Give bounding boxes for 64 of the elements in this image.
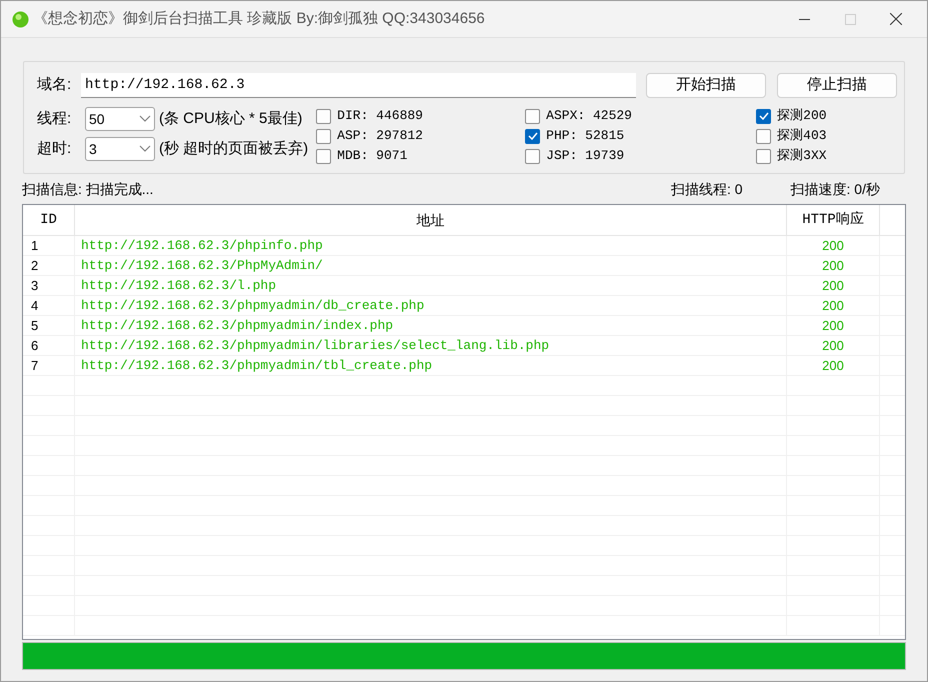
table-cell: 200: [787, 316, 880, 335]
table-cell: http://192.168.62.3/PhpMyAdmin/: [75, 256, 787, 275]
checkbox-label: DIR: 446889: [337, 107, 423, 126]
checkbox[interactable]: [316, 128, 332, 144]
checkbox-label: MDB: 9071: [337, 147, 408, 166]
column-header[interactable]: HTTP响应: [787, 205, 880, 235]
field-label: 域名:: [37, 74, 72, 95]
column-header[interactable]: ID: [23, 205, 75, 235]
checkbox[interactable]: [316, 148, 332, 164]
table-cell: 4: [23, 296, 75, 315]
table-cell: 200: [787, 296, 880, 315]
checkbox-label: 探测3XX: [777, 147, 827, 166]
table-cell: 200: [787, 236, 880, 255]
table-cell: http://192.168.62.3/l.php: [75, 276, 787, 295]
minimize-icon: [798, 18, 810, 20]
table-cell: http://192.168.62.3/phpmyadmin/index.php: [75, 316, 787, 335]
checkbox-label: 探测403: [777, 127, 827, 146]
checkbox[interactable]: [525, 128, 540, 144]
table-cell: 3: [23, 276, 75, 295]
table-cell: http://192.168.62.3/phpmyadmin/db_create.php: [75, 296, 787, 315]
threads-dropdown[interactable]: 50: [85, 107, 155, 131]
table-cell: http://192.168.62.3/phpmyadmin/libraries/select_lang.lib.php: [75, 336, 787, 355]
table-cell: 200: [787, 276, 880, 295]
checkbox[interactable]: [756, 108, 772, 124]
scan-info-text: 扫描信息: 扫描完成...: [22, 180, 154, 198]
chevron-down-icon: [139, 145, 151, 153]
table-cell: http://192.168.62.3/phpinfo.php: [75, 236, 787, 255]
domain-field[interactable]: http://192.168.62.3: [81, 72, 636, 98]
checkbox[interactable]: [316, 108, 332, 124]
table-cell: http://192.168.62.3/phpmyadmin/tbl_create.php: [75, 356, 787, 375]
table-cell: 7: [23, 356, 75, 375]
stop-scan-button[interactable]: 停止扫描: [777, 72, 897, 98]
checkbox-label: ASPX: 42529: [546, 107, 632, 126]
checkbox-label: 探测200: [777, 107, 827, 126]
checkbox[interactable]: [525, 148, 540, 164]
window-title: 《想念初恋》御剑后台扫描工具 珍藏版 By:御剑孤独 QQ:343034656: [33, 8, 485, 29]
start-scan-button[interactable]: 开始扫描: [646, 72, 766, 98]
hint-text: (条 CPU核心 * 5最佳): [159, 108, 302, 129]
chevron-down-icon: [139, 115, 151, 123]
close-icon: [890, 13, 902, 25]
checkmark-icon: [528, 132, 538, 140]
table-cell: 2: [23, 256, 75, 275]
hint-text: (秒 超时的页面被丢弃): [159, 138, 308, 159]
table-cell: 6: [23, 336, 75, 355]
checkbox[interactable]: [525, 108, 540, 124]
scan-speed-text: 扫描速度: 0/秒: [790, 180, 880, 198]
checkbox-label: ASP: 297812: [337, 127, 423, 146]
table-cell: 200: [787, 256, 880, 275]
checkbox[interactable]: [756, 128, 772, 144]
app-icon: [12, 10, 29, 28]
scan-threads-text: 扫描线程: 0: [670, 180, 743, 198]
maximize-icon: [844, 14, 856, 24]
table-cell: 200: [787, 336, 880, 355]
table-cell: 200: [787, 356, 880, 375]
column-header[interactable]: 地址: [75, 205, 787, 235]
checkbox-label: JSP: 19739: [546, 147, 624, 166]
field-label: 线程:: [37, 108, 72, 129]
checkbox[interactable]: [756, 148, 772, 164]
table-cell: 5: [23, 316, 75, 335]
table-cell: 1: [23, 236, 75, 255]
field-label: 超时:: [37, 138, 72, 159]
timeout-dropdown[interactable]: 3: [85, 137, 155, 161]
checkbox-label: PHP: 52815: [546, 127, 624, 146]
checkmark-icon: [758, 112, 769, 120]
